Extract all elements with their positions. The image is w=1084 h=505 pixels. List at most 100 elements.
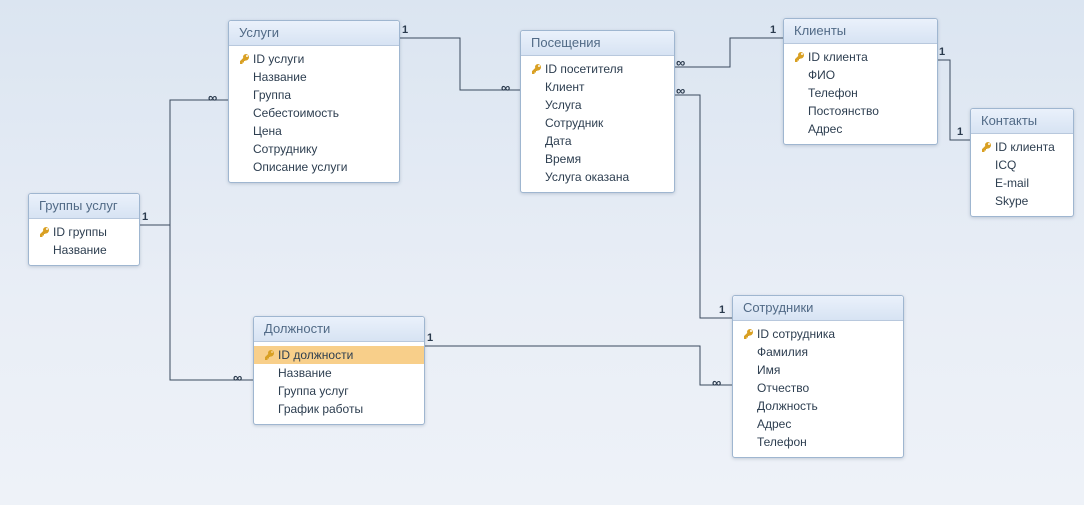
field-label: Услуга xyxy=(545,97,582,113)
field-label: Постоянство xyxy=(808,103,879,119)
field-row[interactable]: Сотруднику xyxy=(229,140,399,158)
field-label: Описание услуги xyxy=(253,159,348,175)
field-label: Себестоимость xyxy=(253,105,339,121)
field-row[interactable]: Имя xyxy=(733,361,903,379)
card-label: ∞ xyxy=(208,90,215,105)
field-label: ICQ xyxy=(995,157,1016,173)
field-row[interactable]: Сотрудник xyxy=(521,114,674,132)
entity-title: Посещения xyxy=(521,31,674,56)
key-icon xyxy=(37,226,53,238)
field-label: Сотрудник xyxy=(545,115,603,131)
entity-services[interactable]: Услуги ID услуги Название Группа Себестоимо… xyxy=(228,20,400,183)
key-icon xyxy=(237,53,253,65)
field-label: Группа xyxy=(253,87,291,103)
field-label: Телефон xyxy=(757,434,807,450)
field-label: ID должности xyxy=(278,347,353,363)
field-list: ID должностиНазваниеГруппа услуг График р… xyxy=(254,342,424,424)
field-row[interactable]: Услуга xyxy=(521,96,674,114)
field-row[interactable]: Услуга оказана xyxy=(521,168,674,186)
field-row[interactable]: Название xyxy=(29,241,139,259)
field-label: ID группы xyxy=(53,224,107,240)
field-list: ID сотрудникаФамилия Имя Отчество Должность… xyxy=(733,321,903,457)
field-label: ФИО xyxy=(808,67,835,83)
field-label: Телефон xyxy=(808,85,858,101)
field-label: Дата xyxy=(545,133,572,149)
card-label: 1 xyxy=(939,46,945,58)
field-label: ID клиента xyxy=(808,49,868,65)
field-label: Skype xyxy=(995,193,1028,209)
field-row[interactable]: ФИО xyxy=(784,66,937,84)
field-row[interactable]: ID услуги xyxy=(229,50,399,68)
field-row[interactable]: ID посетителя xyxy=(521,60,674,78)
field-row[interactable]: График работы xyxy=(254,400,424,418)
field-row[interactable]: Телефон xyxy=(784,84,937,102)
field-label: Услуга оказана xyxy=(545,169,629,185)
field-label: Фамилия xyxy=(757,344,808,360)
field-label: Сотруднику xyxy=(253,141,317,157)
field-row[interactable]: Себестоимость xyxy=(229,104,399,122)
field-label: ID клиента xyxy=(995,139,1055,155)
card-label: 1 xyxy=(957,126,963,138)
card-label: 1 xyxy=(719,304,725,316)
entity-contacts[interactable]: Контакты ID клиентаICQE-mailSkype xyxy=(970,108,1074,217)
key-icon xyxy=(529,63,545,75)
card-label: 1 xyxy=(770,24,776,36)
field-label: ID услуги xyxy=(253,51,304,67)
field-list: ID посетителяКлиентУслуга Сотрудник ДатаВр… xyxy=(521,56,674,192)
field-label: Название xyxy=(53,242,107,258)
field-row[interactable]: ID группы xyxy=(29,223,139,241)
entity-title: Услуги xyxy=(229,21,399,46)
field-label: Адрес xyxy=(808,121,842,137)
card-label: ∞ xyxy=(233,370,240,385)
field-label: Должность xyxy=(757,398,818,414)
field-row[interactable]: Отчество xyxy=(733,379,903,397)
entity-clients[interactable]: Клиенты ID клиента ФИО Телефон Постоянство А… xyxy=(783,18,938,145)
key-icon xyxy=(979,141,995,153)
key-icon xyxy=(741,328,757,340)
field-row[interactable]: ID сотрудника xyxy=(733,325,903,343)
field-row[interactable]: Телефон xyxy=(733,433,903,451)
field-label: График работы xyxy=(278,401,363,417)
field-row[interactable]: ID клиента xyxy=(971,138,1073,156)
entity-visits[interactable]: Посещения ID посетителяКлиентУслуга Сотру… xyxy=(520,30,675,193)
card-label: 1 xyxy=(142,211,148,223)
field-row[interactable]: Адрес xyxy=(784,120,937,138)
card-label: 1 xyxy=(402,24,408,36)
field-label: Цена xyxy=(253,123,282,139)
field-row[interactable]: Дата xyxy=(521,132,674,150)
field-row[interactable]: ID клиента xyxy=(784,48,937,66)
field-label: Отчество xyxy=(757,380,809,396)
field-label: Название xyxy=(253,69,307,85)
card-label: 1 xyxy=(427,332,433,344)
field-row[interactable]: Должность xyxy=(733,397,903,415)
field-row[interactable]: Группа xyxy=(229,86,399,104)
field-row[interactable]: Фамилия xyxy=(733,343,903,361)
entity-employees[interactable]: Сотрудники ID сотрудникаФамилияИмяОтчест… xyxy=(732,295,904,458)
field-row[interactable]: ICQ xyxy=(971,156,1073,174)
field-label: Имя xyxy=(757,362,780,378)
field-row[interactable]: Время xyxy=(521,150,674,168)
entity-groups[interactable]: Группы услуг ID группы Название xyxy=(28,193,140,266)
key-icon xyxy=(792,51,808,63)
field-row[interactable]: Цена xyxy=(229,122,399,140)
field-row[interactable]: Название xyxy=(229,68,399,86)
field-row[interactable]: ID должности xyxy=(254,346,424,364)
card-label: ∞ xyxy=(676,55,683,70)
field-row[interactable]: Постоянство xyxy=(784,102,937,120)
entity-title: Должности xyxy=(254,317,424,342)
field-row[interactable]: E-mail xyxy=(971,174,1073,192)
key-icon xyxy=(262,349,278,361)
entity-title: Клиенты xyxy=(784,19,937,44)
field-label: E-mail xyxy=(995,175,1029,191)
field-row[interactable]: Группа услуг xyxy=(254,382,424,400)
card-label: ∞ xyxy=(712,375,719,390)
card-label: ∞ xyxy=(501,80,508,95)
field-row[interactable]: Адрес xyxy=(733,415,903,433)
entity-title: Группы услуг xyxy=(29,194,139,219)
field-row[interactable]: Описание услуги xyxy=(229,158,399,176)
entity-positions[interactable]: Должности ID должностиНазваниеГруппа усл… xyxy=(253,316,425,425)
field-label: Группа услуг xyxy=(278,383,349,399)
field-row[interactable]: Skype xyxy=(971,192,1073,210)
field-row[interactable]: Название xyxy=(254,364,424,382)
field-row[interactable]: Клиент xyxy=(521,78,674,96)
